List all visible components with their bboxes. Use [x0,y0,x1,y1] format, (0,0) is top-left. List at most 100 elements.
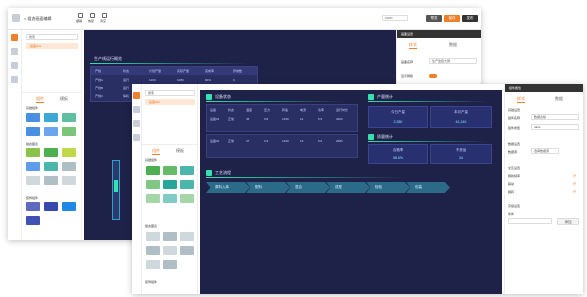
component-item[interactable] [44,113,58,122]
component-item[interactable] [62,162,76,171]
kpi-card[interactable]: 本月产量 61,240 [430,106,492,128]
component-item[interactable] [26,216,40,225]
component-item[interactable] [180,246,194,255]
datasource-select[interactable]: 选择数据源 [531,148,559,154]
flow-step[interactable]: 检验 [366,182,410,193]
kpi-card[interactable]: 不良品 34 [430,144,492,164]
component-item[interactable] [26,127,40,136]
layers-icon[interactable] [133,106,140,113]
component-item[interactable] [146,194,160,203]
component-item[interactable] [62,148,76,157]
tree-item-active[interactable]: 画面001 [26,43,78,49]
tab-components[interactable]: 组件 [152,148,160,155]
pages-icon[interactable] [11,34,18,41]
section-header-output: 产量统计 [368,94,488,102]
component-type-input[interactable]: table [531,124,579,130]
component-item[interactable] [163,260,177,269]
gauge-widget[interactable] [114,180,118,192]
component-item[interactable] [44,127,58,136]
component-item[interactable] [26,162,40,171]
component-item[interactable] [26,113,40,122]
prop-name-input[interactable]: 生产监控大屏 [429,58,477,64]
flow-step[interactable]: 成型 [326,182,370,193]
component-item[interactable] [44,148,58,157]
prop-value[interactable]: 开 [573,174,576,179]
component-item[interactable] [62,127,76,136]
component-item[interactable] [180,180,194,189]
component-item[interactable] [163,194,177,203]
flow-step[interactable]: 配料 [246,182,290,193]
add-button[interactable]: 添加 [557,218,579,225]
tab-components[interactable]: 组件 [36,96,44,103]
data-icon[interactable] [11,62,18,69]
tab-templates[interactable]: 模板 [176,148,184,154]
props-tab-data[interactable]: 数据 [449,42,457,48]
component-item[interactable] [62,202,76,211]
clear-button[interactable]: 清空 [100,13,109,24]
props-tab-style[interactable]: 样式 [409,42,417,49]
undo-button[interactable]: 撤销 [76,13,85,24]
settings-icon[interactable] [133,134,140,141]
prop-section-title: 基础设置 [508,108,521,112]
component-item[interactable] [146,180,160,189]
search-input[interactable]: 搜索 [145,90,195,96]
props-tab-data[interactable]: 数据 [555,96,563,102]
pages-icon[interactable] [133,92,140,99]
tree-item-active[interactable]: 画面002 [145,99,195,105]
component-item[interactable] [26,202,40,211]
tab-templates[interactable]: 模板 [60,96,68,102]
preview-button[interactable]: 预览 [426,15,442,22]
component-item[interactable] [163,180,177,189]
component-name-input[interactable]: 数据表格 [531,114,579,120]
component-item[interactable] [146,232,160,241]
component-item[interactable] [26,176,40,185]
redo-button[interactable]: 恢复 [88,13,97,24]
component-item[interactable] [163,166,177,175]
component-item[interactable] [44,202,58,211]
group-decor-title: 装饰组件 [145,280,158,284]
component-item[interactable] [62,113,76,122]
prop-value[interactable]: 开 [573,182,576,187]
component-item[interactable] [146,166,160,175]
prop-section-title: 数据设置 [508,142,521,146]
props-header: 画面设置 [397,30,481,38]
component-item[interactable] [180,232,194,241]
grid-toggle[interactable] [429,74,437,78]
data-icon[interactable] [133,120,140,127]
front-canvas[interactable]: 设备状态 设备 状态 温度 压力 转速 电流 功率 运行时长 设备01 正常 4… [200,90,502,294]
props-header: 组件属性 [505,84,583,92]
component-item[interactable] [44,162,58,171]
kpi-card[interactable]: 合格率 98.6% [368,144,428,164]
save-button[interactable]: 保存 [444,15,460,22]
undo-icon [78,13,83,18]
flow-step[interactable]: 混合 [286,182,330,193]
publish-button[interactable]: 发布 [462,15,478,22]
zoom-select[interactable]: 100% [382,15,408,21]
component-item[interactable] [44,176,58,185]
output-icon [368,94,374,100]
kpi-card[interactable]: 今日产量 2,380 [368,106,428,128]
flow-step[interactable]: 包装 [406,182,450,193]
search-input[interactable]: 搜索 [26,34,78,40]
device-table[interactable]: 设备 状态 温度 压力 转速 电流 功率 运行时长 设备01 正常 45 0.8… [206,104,358,132]
flow-step[interactable]: 原料入库 [206,182,250,193]
component-item[interactable] [163,246,177,255]
component-item[interactable] [180,194,194,203]
left-icon-rail [132,84,142,294]
component-item[interactable] [62,176,76,185]
prop-label: 数据源 [508,150,518,154]
condition-input[interactable] [508,218,552,224]
component-item[interactable] [163,232,177,241]
device-table[interactable]: 设备02 正常 47 0.9 1460 13 5.6 298h [206,134,358,158]
component-item[interactable] [146,260,160,269]
devices-icon [206,94,212,100]
prop-value[interactable]: 开 [573,190,576,195]
component-item[interactable] [26,148,40,157]
props-tab-style[interactable]: 样式 [517,96,525,103]
component-item[interactable] [180,166,194,175]
section-header-quality: 质量统计 [368,134,488,142]
settings-icon[interactable] [11,76,18,83]
back-title[interactable]: < 组态画面编辑 [24,16,51,21]
component-item[interactable] [146,246,160,255]
layers-icon[interactable] [11,48,18,55]
